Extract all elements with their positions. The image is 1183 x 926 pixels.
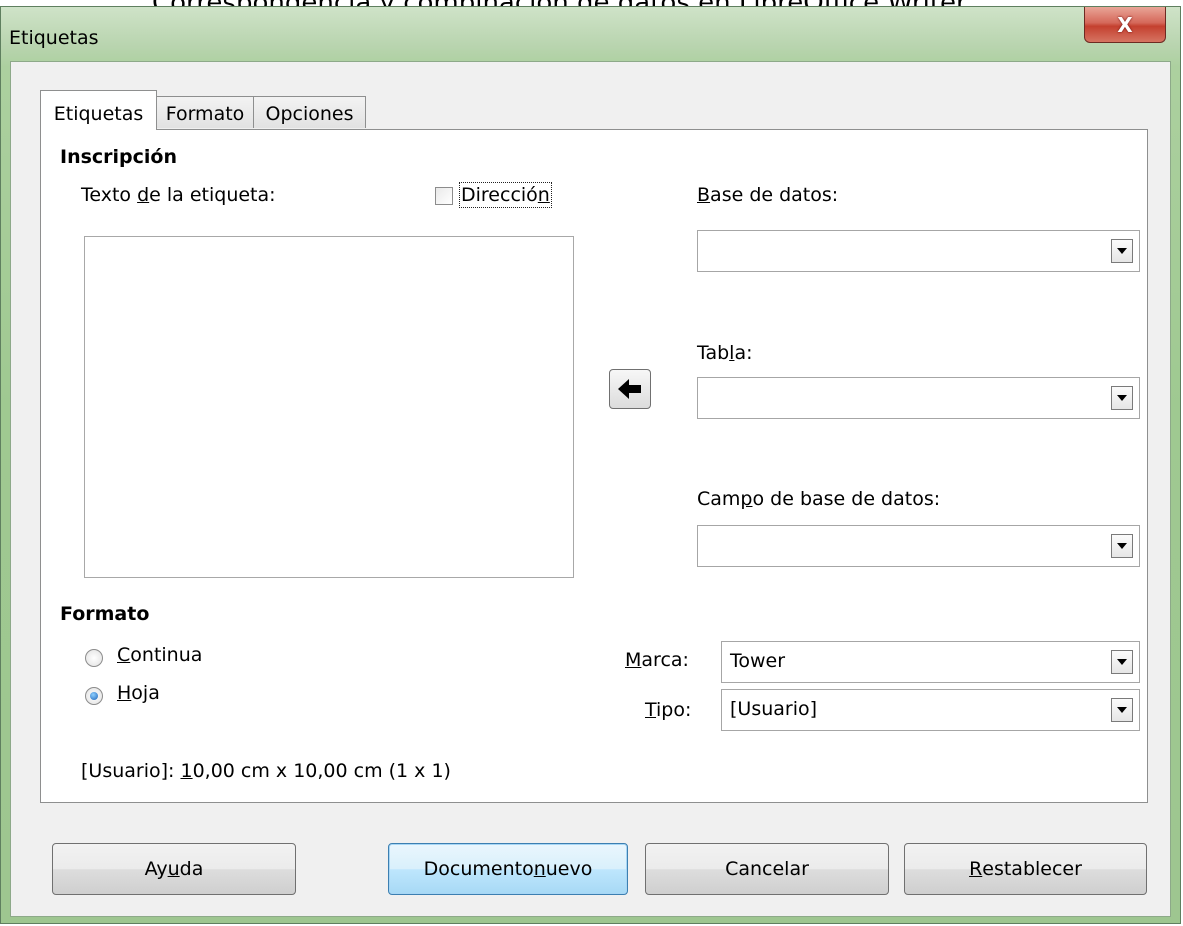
tab-opciones[interactable]: Opciones	[253, 96, 366, 128]
cancel-button[interactable]: Cancelar	[645, 843, 889, 895]
database-label: Base de datos:	[697, 184, 839, 206]
tab-label: Formato	[165, 103, 245, 125]
new-document-button[interactable]: Documento n uevo	[388, 843, 628, 895]
tipo-combo-value: [Usuario]	[730, 698, 818, 720]
address-checkbox-label[interactable]: Dirección	[459, 182, 552, 208]
label-text-caption: Texto de la etiqueta:	[81, 184, 276, 206]
tab-label: Opciones	[265, 103, 354, 125]
dialog-client-area: Etiquetas Formato Opciones Inscripción T…	[10, 61, 1171, 917]
continua-radio[interactable]	[85, 649, 103, 667]
reset-button[interactable]: Restablecer	[904, 843, 1147, 895]
chevron-down-icon[interactable]	[1111, 698, 1133, 722]
marca-combo[interactable]: Tower	[721, 641, 1140, 683]
tab-panel-etiquetas: Inscripción Texto de la etiqueta: Direcc…	[40, 129, 1148, 803]
database-field-label: Campo de base de datos:	[697, 488, 941, 510]
marca-label: Marca:	[625, 649, 689, 671]
database-field-combo[interactable]	[697, 525, 1140, 567]
table-label: Tabla:	[697, 342, 753, 364]
tab-etiquetas[interactable]: Etiquetas	[40, 90, 157, 130]
tab-formato[interactable]: Formato	[156, 96, 254, 128]
continua-radio-label[interactable]: Continua	[117, 644, 202, 666]
tab-label: Etiquetas	[53, 103, 144, 125]
marca-combo-value: Tower	[730, 650, 786, 672]
label-size-info: [Usuario]: 10,00 cm x 10,00 cm (1 x 1)	[81, 760, 451, 782]
tipo-label: Tipo:	[645, 699, 692, 721]
close-button[interactable]: X	[1084, 7, 1166, 43]
chevron-down-icon[interactable]	[1111, 650, 1133, 674]
hoja-radio[interactable]	[85, 687, 103, 705]
chevron-down-icon[interactable]	[1111, 534, 1133, 558]
labels-dialog: Etiquetas X Etiquetas Formato Opciones I…	[0, 6, 1181, 924]
chevron-down-icon[interactable]	[1111, 239, 1133, 263]
tipo-combo[interactable]: [Usuario]	[721, 689, 1140, 731]
inscripcion-heading: Inscripción	[60, 146, 178, 168]
label-text-area[interactable]	[84, 236, 574, 578]
table-combo[interactable]	[697, 377, 1140, 419]
insert-field-button[interactable]	[609, 369, 651, 409]
help-button[interactable]: Ay u da	[52, 843, 296, 895]
address-checkbox[interactable]	[435, 187, 453, 205]
close-icon: X	[1117, 12, 1133, 37]
dialog-title: Etiquetas	[9, 27, 99, 49]
formato-heading: Formato	[60, 603, 150, 625]
hoja-radio-label[interactable]: Hoja	[117, 682, 160, 704]
arrow-left-icon	[618, 379, 641, 399]
chevron-down-icon[interactable]	[1111, 386, 1133, 410]
database-combo[interactable]	[697, 230, 1140, 272]
title-bar: Etiquetas X	[1, 7, 1180, 69]
